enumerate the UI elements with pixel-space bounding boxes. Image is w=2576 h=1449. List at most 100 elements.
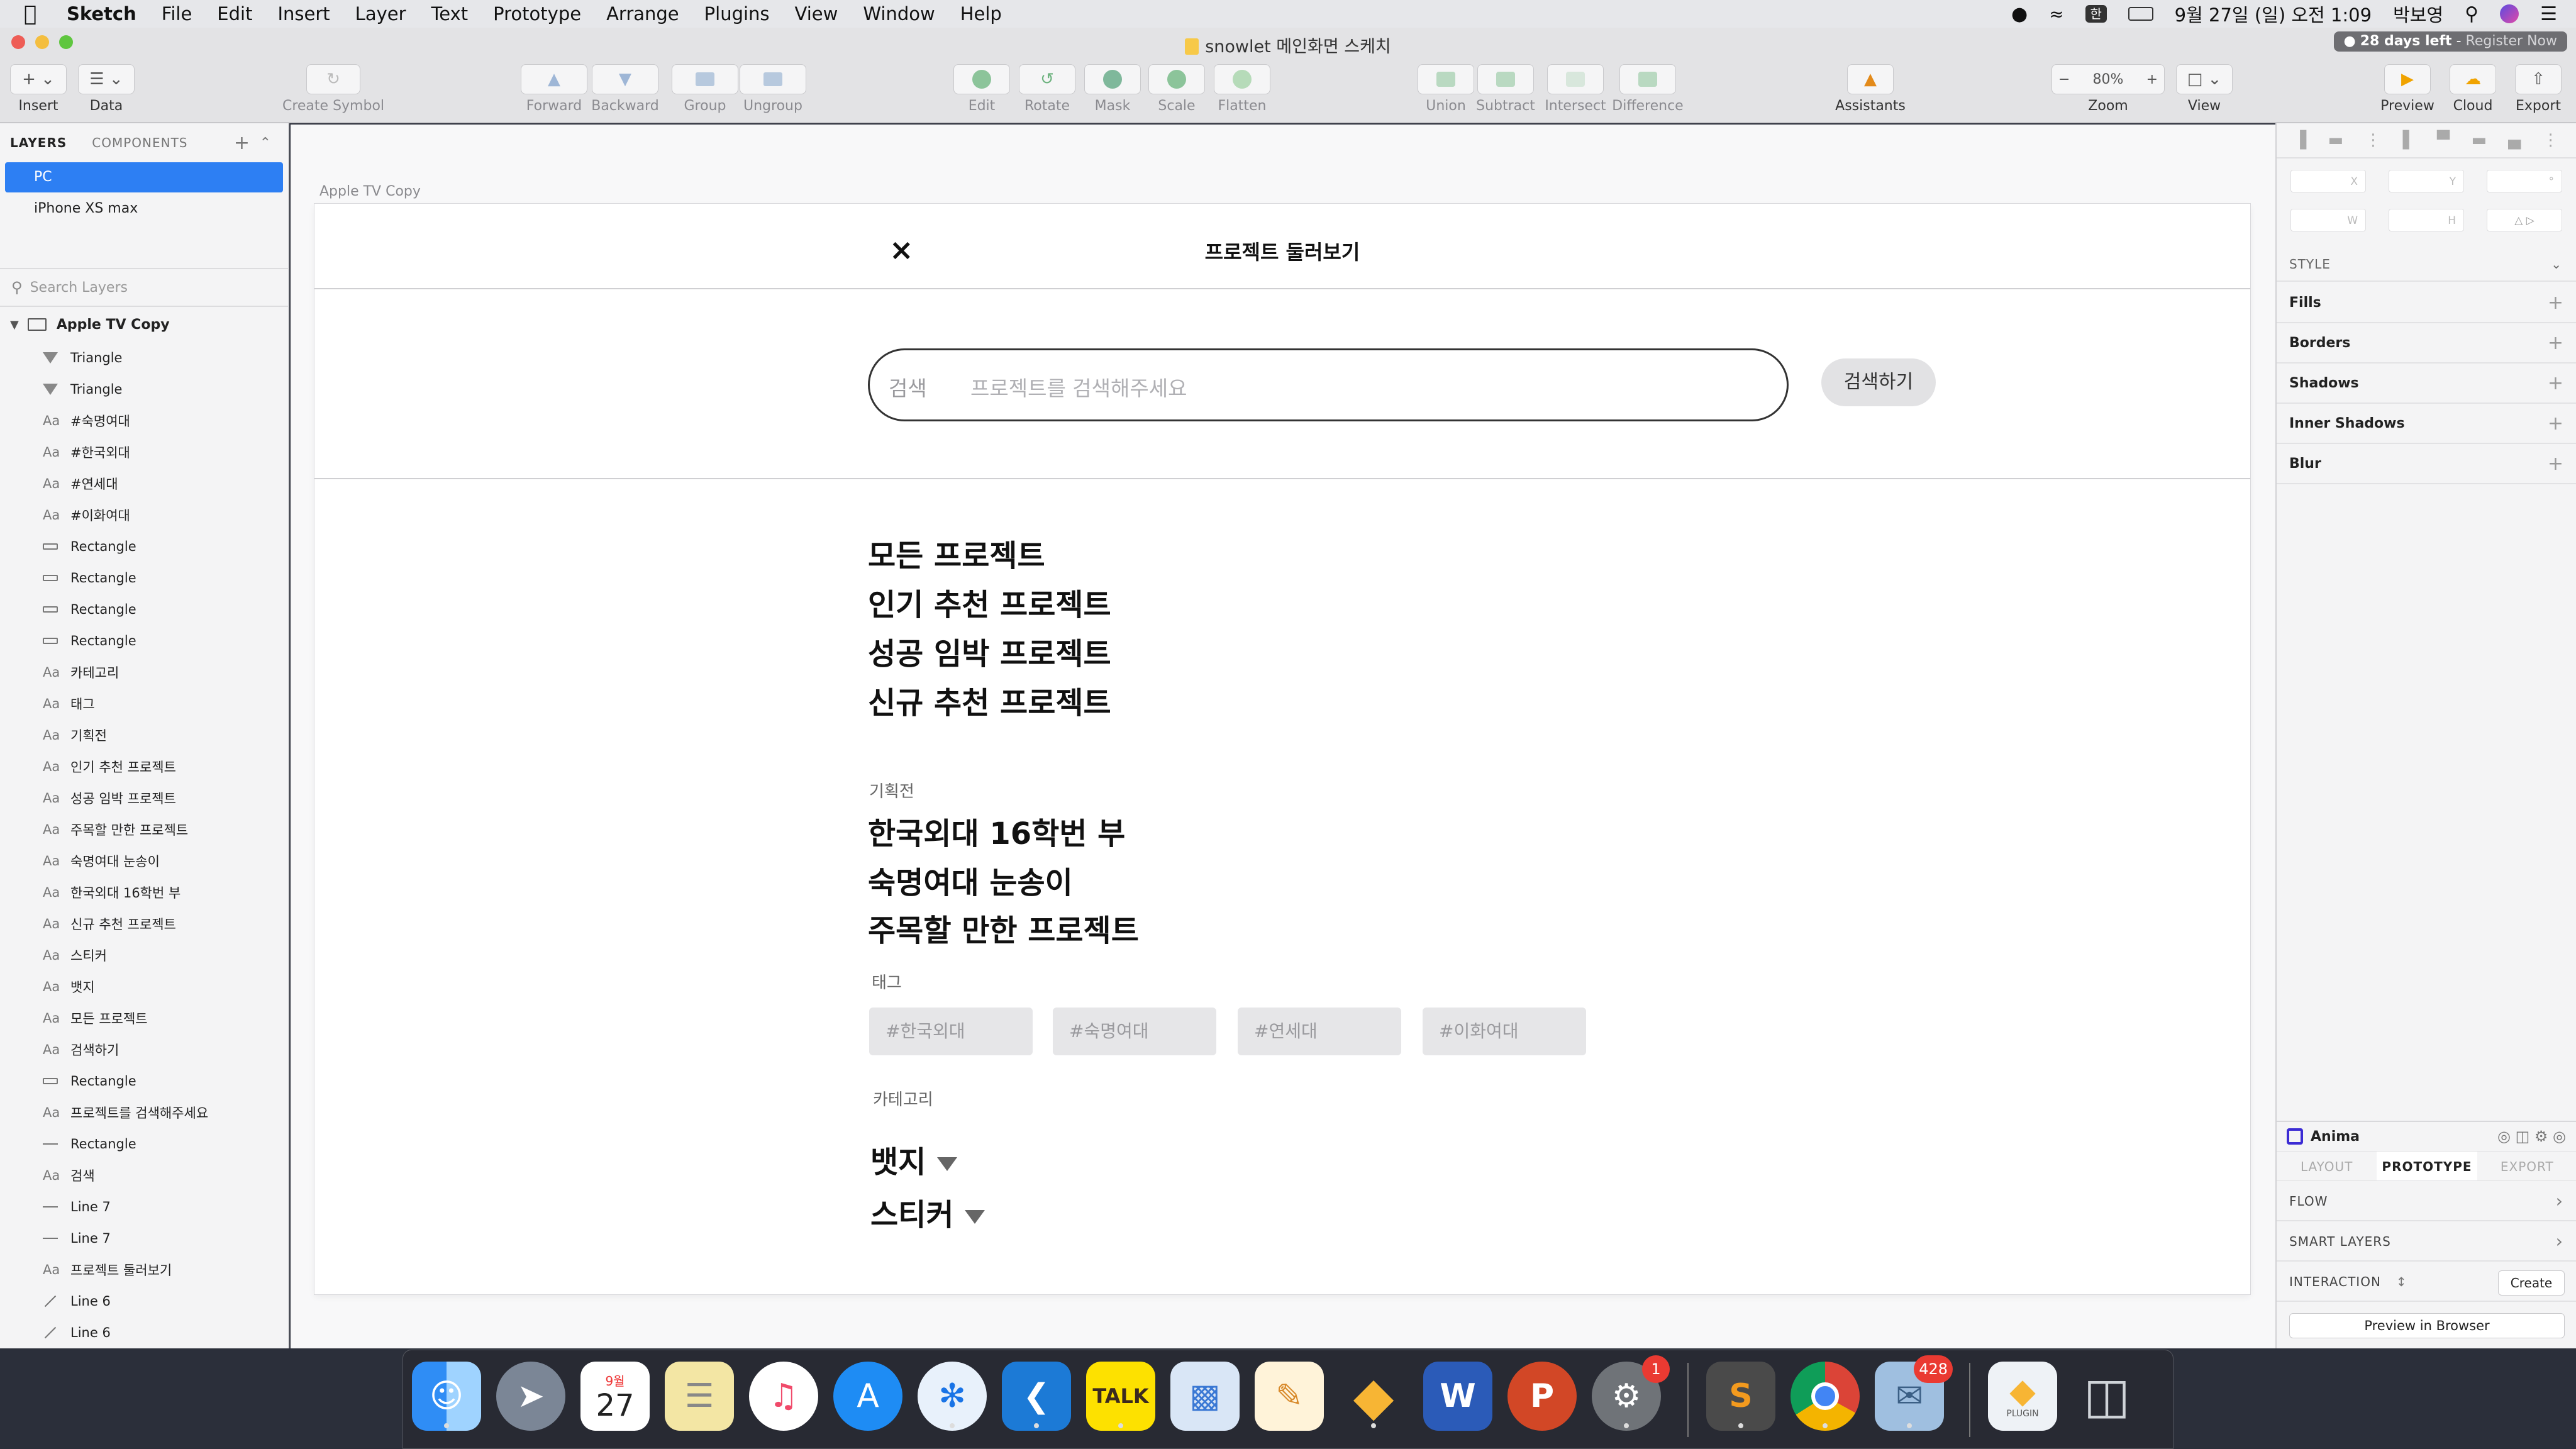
exhibition-item-2[interactable]: 숙명여대 눈송이	[868, 858, 1073, 902]
x-field[interactable]: X	[2290, 170, 2366, 192]
music-icon[interactable]: ♫	[749, 1362, 818, 1431]
flatten-tool[interactable]: Flatten	[1214, 64, 1270, 114]
layer-row[interactable]: Aa 신규 추천 프로젝트	[0, 908, 288, 940]
layer-row[interactable]: Rectangle	[0, 625, 288, 657]
anima-toolbar-icons[interactable]: ◎ ◫ ⚙ ◎	[2497, 1128, 2566, 1145]
layer-row[interactable]: Aa 카테고리	[0, 657, 288, 688]
insert-tool[interactable]: + ⌄ Insert	[10, 64, 67, 114]
layer-row[interactable]: Line 6	[0, 1285, 288, 1317]
safari-icon[interactable]: ✻	[918, 1362, 987, 1431]
layer-row[interactable]: Aa #한국외대	[0, 436, 288, 468]
add-page-icon[interactable]: +	[234, 132, 250, 154]
menu-edit[interactable]: Edit	[217, 3, 252, 25]
height-field[interactable]: H	[2389, 209, 2464, 231]
tab-components[interactable]: COMPONENTS	[92, 135, 187, 150]
preview-in-browser-button[interactable]: Preview in Browser	[2289, 1313, 2565, 1338]
menu-window[interactable]: Window	[863, 3, 935, 25]
layer-row[interactable]: Aa 검색	[0, 1160, 288, 1191]
layer-row[interactable]: Aa 성공 임박 프로젝트	[0, 782, 288, 814]
layer-row[interactable]: Rectangle	[0, 594, 288, 625]
notification-center-icon[interactable]: ☰	[2540, 3, 2557, 25]
keynote-icon[interactable]: ▩	[1170, 1362, 1240, 1431]
pages-icon[interactable]: ✎	[1255, 1362, 1324, 1431]
chrome-icon[interactable]	[1790, 1362, 1860, 1431]
tag-chip-3[interactable]: #연세대	[1238, 1008, 1401, 1055]
wifi-icon[interactable]: ≈	[2049, 4, 2063, 25]
layer-row[interactable]: Rectangle	[0, 1128, 288, 1160]
smart-layers-row[interactable]: SMART LAYERS ›	[2277, 1221, 2576, 1262]
borders-section[interactable]: Borders +	[2277, 323, 2576, 364]
scale-tool[interactable]: Scale	[1148, 64, 1205, 114]
menu-text[interactable]: Text	[431, 3, 469, 25]
assistants-tool[interactable]: ▲ Assistants	[1834, 64, 1907, 114]
view-tool[interactable]: □ ⌄ View	[2176, 64, 2233, 114]
layer-row[interactable]: Aa #숙명여대	[0, 405, 288, 436]
trial-badge[interactable]: ● 28 days left - Register Now	[2333, 31, 2567, 52]
style-header[interactable]: STYLE ⌄	[2277, 247, 2576, 282]
category-sticker[interactable]: 스티커	[870, 1190, 985, 1234]
menu-user[interactable]: 박보영	[2393, 1, 2443, 27]
messages-icon[interactable]: ●	[2011, 3, 2028, 25]
artboard[interactable]: × 프로젝트 둘러보기 검색 프로젝트를 검색해주세요 검색하기 모든 프로젝트…	[314, 204, 2250, 1294]
blur-section[interactable]: Blur +	[2277, 444, 2576, 484]
menu-help[interactable]: Help	[960, 3, 1002, 25]
word-icon[interactable]: W	[1423, 1362, 1492, 1431]
cloud-tool[interactable]: ☁ Cloud	[2443, 64, 2503, 114]
align-middle-icon[interactable]: ▬	[2471, 131, 2487, 150]
align-top-icon[interactable]: ▀	[2437, 131, 2450, 150]
mail-icon[interactable]: ✉ 428	[1875, 1355, 1953, 1431]
input-source-icon[interactable]: 한	[2085, 5, 2107, 23]
tag-chip-2[interactable]: #숙명여대	[1053, 1008, 1216, 1055]
ungroup-tool[interactable]: Ungroup	[740, 64, 806, 114]
layer-row[interactable]: Triangle	[0, 374, 288, 405]
layer-row[interactable]: Triangle	[0, 342, 288, 374]
intersect-tool[interactable]: Intersect	[1542, 64, 1609, 114]
layer-row[interactable]: Rectangle	[0, 562, 288, 594]
flip-icons[interactable]: △ ▷	[2487, 209, 2562, 231]
edit-tool[interactable]: Edit	[953, 64, 1010, 114]
layer-row[interactable]: Line 7	[0, 1191, 288, 1223]
register-link[interactable]: Register Now	[2466, 33, 2557, 49]
group-tool[interactable]: Group	[672, 64, 738, 114]
create-interaction-button[interactable]: Create	[2498, 1270, 2565, 1296]
exhibition-item-3[interactable]: 주목할 만한 프로젝트	[868, 906, 1139, 950]
fills-section[interactable]: Fills +	[2277, 283, 2576, 323]
sketch-icon[interactable]: ◆	[1339, 1362, 1408, 1431]
tag-chip-1[interactable]: #한국외대	[869, 1008, 1033, 1055]
tab-prototype[interactable]: PROTOTYPE	[2377, 1152, 2477, 1180]
category-badge[interactable]: 뱃지	[870, 1137, 958, 1181]
align-bottom-icon[interactable]: ▄	[2508, 131, 2521, 150]
layer-row[interactable]: Aa 모든 프로젝트	[0, 1002, 288, 1034]
menu-file[interactable]: File	[162, 3, 192, 25]
preview-tool[interactable]: ▶ Preview	[2377, 64, 2438, 114]
tab-export[interactable]: EXPORT	[2477, 1152, 2576, 1180]
layer-row[interactable]: Aa 검색하기	[0, 1034, 288, 1065]
system-preferences-icon[interactable]: ⚙ 1	[1592, 1355, 1670, 1431]
finder-icon[interactable]: ☺	[412, 1362, 481, 1431]
menu-arrange[interactable]: Arrange	[606, 3, 679, 25]
menu-insert[interactable]: Insert	[277, 3, 330, 25]
align-center-icon[interactable]: ▬	[2328, 131, 2344, 150]
add-inner-shadow-icon[interactable]: +	[2548, 404, 2563, 444]
layer-row[interactable]: Aa 한국외대 16학번 부	[0, 877, 288, 908]
disclosure-triangle-icon[interactable]: ▼	[10, 318, 19, 331]
shadows-section[interactable]: Shadows +	[2277, 364, 2576, 404]
vscode-icon[interactable]: ❮	[1002, 1362, 1071, 1431]
subtract-tool[interactable]: Subtract	[1474, 64, 1537, 114]
trash-icon[interactable]: ◫	[2072, 1362, 2141, 1431]
layer-row[interactable]: Aa 주목할 만한 프로젝트	[0, 814, 288, 845]
page-item-iphone[interactable]: iPhone XS max	[5, 194, 283, 224]
distribute-vertical-icon[interactable]: ⋮	[2543, 131, 2559, 150]
layer-row[interactable]: Rectangle	[0, 1065, 288, 1097]
link-popular-projects[interactable]: 인기 추천 프로젝트	[868, 580, 1111, 624]
exhibition-item-1[interactable]: 한국외대 16학번 부	[868, 809, 1125, 853]
sublime-text-icon[interactable]: S	[1706, 1362, 1775, 1431]
width-field[interactable]: W	[2290, 209, 2366, 231]
artboard-layer[interactable]: ▼ Apple TV Copy	[0, 307, 288, 342]
layer-row[interactable]: Line 7	[0, 1223, 288, 1254]
create-symbol-tool[interactable]: ↻ Create Symbol	[270, 64, 396, 114]
add-shadow-icon[interactable]: +	[2548, 364, 2563, 404]
link-all-projects[interactable]: 모든 프로젝트	[868, 531, 1045, 575]
align-right-icon[interactable]: ▌	[2403, 131, 2416, 150]
powerpoint-icon[interactable]: P	[1507, 1362, 1577, 1431]
